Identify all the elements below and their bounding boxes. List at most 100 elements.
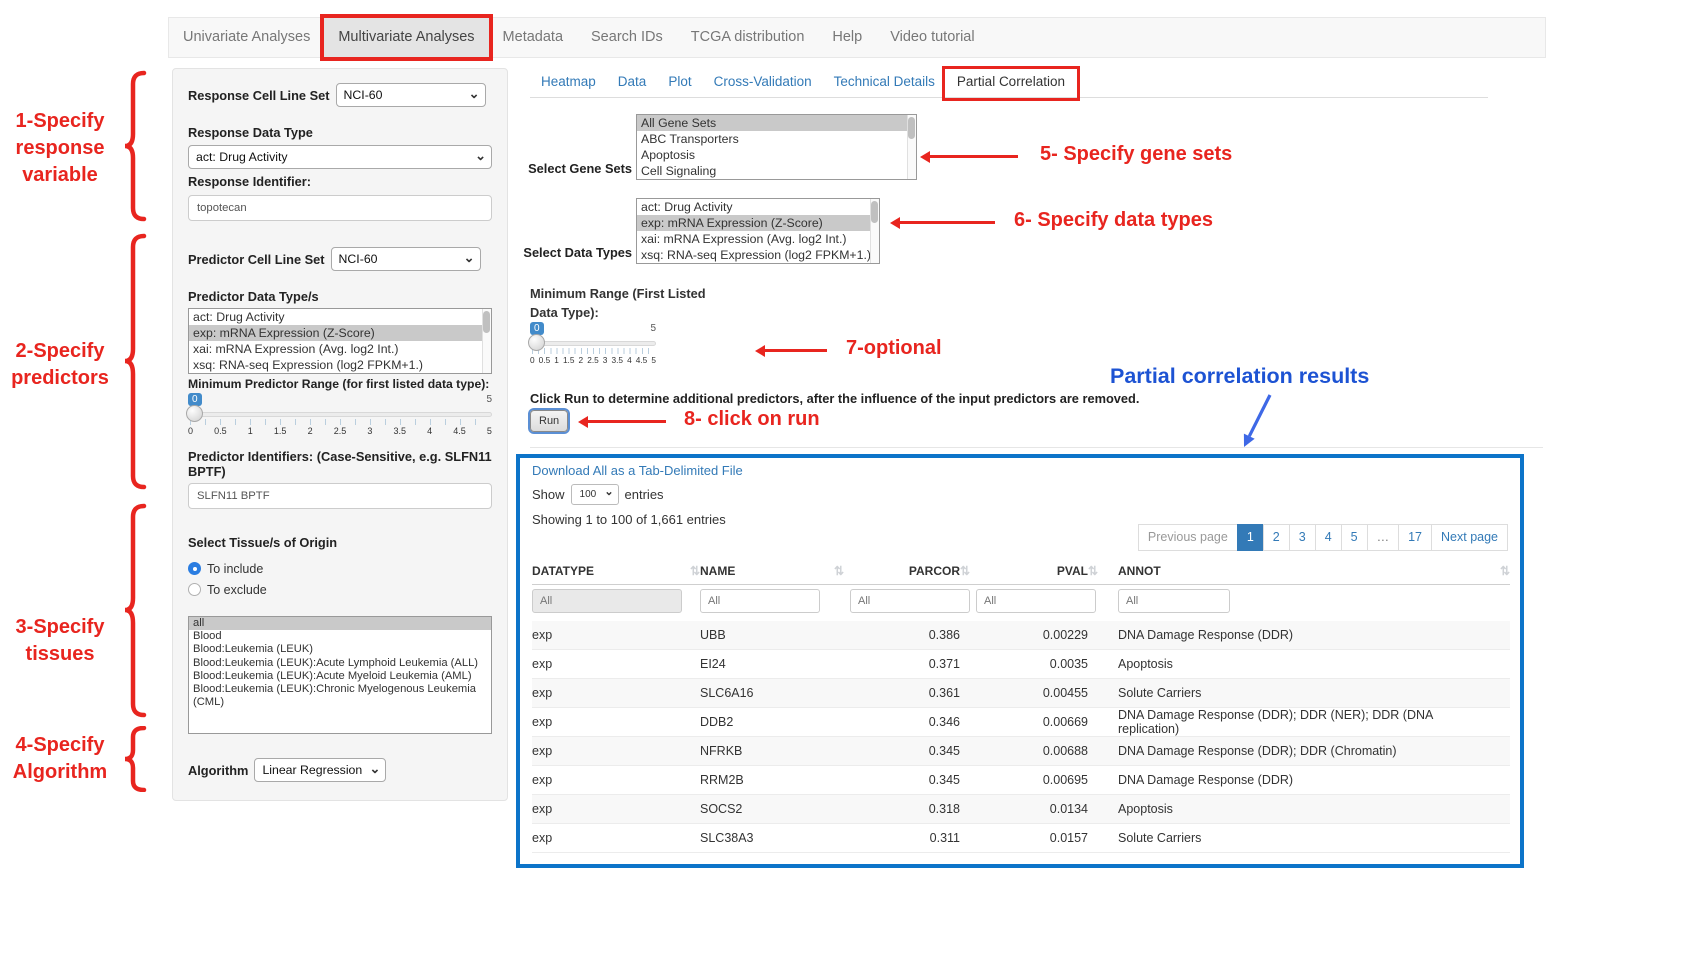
list-option[interactable]: xai: mRNA Expression (Avg. log2 Int.) xyxy=(637,231,879,247)
run-button[interactable]: Run xyxy=(530,410,568,432)
list-option[interactable]: Blood:Leukemia (LEUK):Acute Myeloid Leuk… xyxy=(189,670,491,683)
nav-help[interactable]: Help xyxy=(818,18,876,57)
scrollbar[interactable] xyxy=(870,199,879,263)
page-button-17[interactable]: 17 xyxy=(1398,524,1432,551)
chevron-down-icon: ⌄ xyxy=(469,83,480,105)
filter-datatype-input[interactable] xyxy=(532,589,682,613)
page-button-1[interactable]: 1 xyxy=(1237,524,1264,551)
min-range-slider: 0 5 00.5 11.5 22.5 33.5 44.5 5 xyxy=(530,322,656,368)
list-option-selected[interactable]: All Gene Sets xyxy=(637,115,916,131)
list-option[interactable]: Blood xyxy=(189,630,491,643)
tissue-include-radio[interactable]: To include xyxy=(188,558,492,579)
response-cell-line-select[interactable]: NCI-60 ⌄ xyxy=(336,83,486,107)
table-row: exp RRM2B 0.345 0.00695 DNA Damage Respo… xyxy=(532,766,1510,795)
predictor-cell-line-select[interactable]: NCI-60 ⌄ xyxy=(331,247,481,271)
tab-partial-correlation[interactable]: Partial Correlation xyxy=(946,70,1076,97)
col-header-name[interactable]: NAME xyxy=(700,564,735,578)
pagination: Previous page 1 2 3 4 5 … 17 Next page xyxy=(1139,524,1508,551)
sort-icon[interactable]: ⇅ xyxy=(834,564,844,578)
list-option[interactable]: Blood:Leukemia (LEUK):Chronic Myelogenou… xyxy=(189,683,491,709)
brace-step1 xyxy=(124,70,148,222)
page-button-4[interactable]: 4 xyxy=(1315,524,1342,551)
predictor-cell-line-label: Predictor Cell Line Set xyxy=(188,252,325,267)
page-button-2[interactable]: 2 xyxy=(1263,524,1290,551)
nav-multivariate-analyses[interactable]: Multivariate Analyses xyxy=(324,18,488,57)
page-size-select[interactable]: 100 ⌄ xyxy=(571,484,619,505)
tab-technical-details[interactable]: Technical Details xyxy=(823,70,946,97)
nav-tcga-distribution[interactable]: TCGA distribution xyxy=(677,18,819,57)
slider-handle[interactable] xyxy=(528,334,545,351)
slider-track[interactable] xyxy=(188,412,492,417)
arrow-left-icon xyxy=(765,349,827,352)
page: Univariate Analyses Multivariate Analyse… xyxy=(0,0,1700,956)
select-data-types-label: Select Data Types xyxy=(492,245,632,260)
filter-annot-input[interactable] xyxy=(1118,589,1230,613)
algorithm-select[interactable]: Linear Regression ⌄ xyxy=(254,758,386,782)
show-entries-row: Show 100 ⌄ entries xyxy=(532,484,664,505)
scrollbar-thumb[interactable] xyxy=(871,201,878,223)
col-header-datatype[interactable]: DATATYPE xyxy=(532,564,594,578)
top-navbar: Univariate Analyses Multivariate Analyse… xyxy=(168,17,1546,58)
col-header-parcor[interactable]: PARCOR xyxy=(850,564,960,578)
col-header-pval[interactable]: PVAL xyxy=(976,564,1088,578)
list-option[interactable]: act: Drug Activity xyxy=(637,199,879,215)
table-row: exp SOCS2 0.318 0.0134 Apoptosis xyxy=(532,795,1510,824)
response-data-type-select[interactable]: act: Drug Activity ⌄ xyxy=(188,145,492,169)
filter-parcor-input[interactable] xyxy=(850,589,970,613)
response-data-type-label: Response Data Type xyxy=(188,125,492,140)
tissue-exclude-radio[interactable]: To exclude xyxy=(188,579,492,600)
list-option-selected[interactable]: all xyxy=(189,617,491,630)
nav-search-ids[interactable]: Search IDs xyxy=(577,18,677,57)
list-option[interactable]: Cell Signaling xyxy=(637,163,916,179)
scrollbar-thumb[interactable] xyxy=(483,311,490,333)
tab-data[interactable]: Data xyxy=(607,70,658,97)
table-row: exp DDB2 0.346 0.00669 DNA Damage Respon… xyxy=(532,708,1510,737)
tab-cross-validation[interactable]: Cross-Validation xyxy=(703,70,823,97)
scrollbar[interactable] xyxy=(907,115,916,179)
list-option[interactable]: Blood:Leukemia (LEUK):Acute Lymphoid Leu… xyxy=(189,657,491,670)
list-option[interactable]: Blood:Leukemia (LEUK) xyxy=(189,643,491,656)
scrollbar-thumb[interactable] xyxy=(908,117,915,139)
tab-heatmap[interactable]: Heatmap xyxy=(530,70,607,97)
table-header-row: DATATYPE ⇅ NAME ⇅ PARCOR ⇅ PVAL ⇅ ANNOT … xyxy=(532,558,1510,585)
nav-univariate-analyses[interactable]: Univariate Analyses xyxy=(169,18,324,57)
annotation-step6: 6- Specify data types xyxy=(1014,209,1213,232)
list-option-selected[interactable]: exp: mRNA Expression (Z-Score) xyxy=(189,325,491,341)
slider-track[interactable] xyxy=(530,341,656,346)
list-option[interactable]: xsq: RNA-seq Expression (log2 FPKM+1.) xyxy=(637,247,879,263)
previous-page-button[interactable]: Previous page xyxy=(1138,524,1238,551)
sort-icon[interactable]: ⇅ xyxy=(690,564,700,578)
page-button-3[interactable]: 3 xyxy=(1289,524,1316,551)
nav-metadata[interactable]: Metadata xyxy=(489,18,577,57)
sort-icon[interactable]: ⇅ xyxy=(960,564,976,578)
list-option-selected[interactable]: exp: mRNA Expression (Z-Score) xyxy=(637,215,879,231)
annotation-results-label: Partial correlation results xyxy=(1110,364,1369,389)
list-option[interactable]: ABC Transporters xyxy=(637,131,916,147)
sort-icon[interactable]: ⇅ xyxy=(1488,564,1510,578)
slider-handle[interactable] xyxy=(186,405,203,422)
list-option[interactable]: xai: mRNA Expression (Avg. log2 Int.) xyxy=(189,341,491,357)
list-option[interactable]: Apoptosis xyxy=(637,147,916,163)
download-all-link[interactable]: Download All as a Tab-Delimited File xyxy=(532,463,743,478)
show-label: Show xyxy=(532,487,565,502)
list-option[interactable]: xsq: RNA-seq Expression (log2 FPKM+1.) xyxy=(189,357,491,373)
next-page-button[interactable]: Next page xyxy=(1431,524,1508,551)
annotation-step4: 4-SpecifyAlgorithm xyxy=(4,732,116,786)
table-row: exp UBB 0.386 0.00229 DNA Damage Respons… xyxy=(532,621,1510,650)
list-option[interactable]: act: Drug Activity xyxy=(189,309,491,325)
response-identifier-input[interactable] xyxy=(188,195,492,221)
predictor-identifiers-input[interactable] xyxy=(188,483,492,509)
scrollbar[interactable] xyxy=(482,309,491,373)
nav-video-tutorial[interactable]: Video tutorial xyxy=(876,18,988,57)
slider-max-label: 5 xyxy=(650,323,656,334)
annotation-step1: 1-Specifyresponsevariable xyxy=(4,108,116,189)
tab-plot[interactable]: Plot xyxy=(657,70,702,97)
page-button-5[interactable]: 5 xyxy=(1341,524,1368,551)
min-predictor-range-label: Minimum Predictor Range (for first liste… xyxy=(188,377,492,391)
filter-name-input[interactable] xyxy=(700,589,820,613)
col-header-annot[interactable]: ANNOT xyxy=(1118,564,1488,578)
sort-icon[interactable]: ⇅ xyxy=(1088,564,1104,578)
showing-entries-text: Showing 1 to 100 of 1,661 entries xyxy=(532,512,726,527)
filter-pval-input[interactable] xyxy=(976,589,1096,613)
table-row: exp EI24 0.371 0.0035 Apoptosis xyxy=(532,650,1510,679)
